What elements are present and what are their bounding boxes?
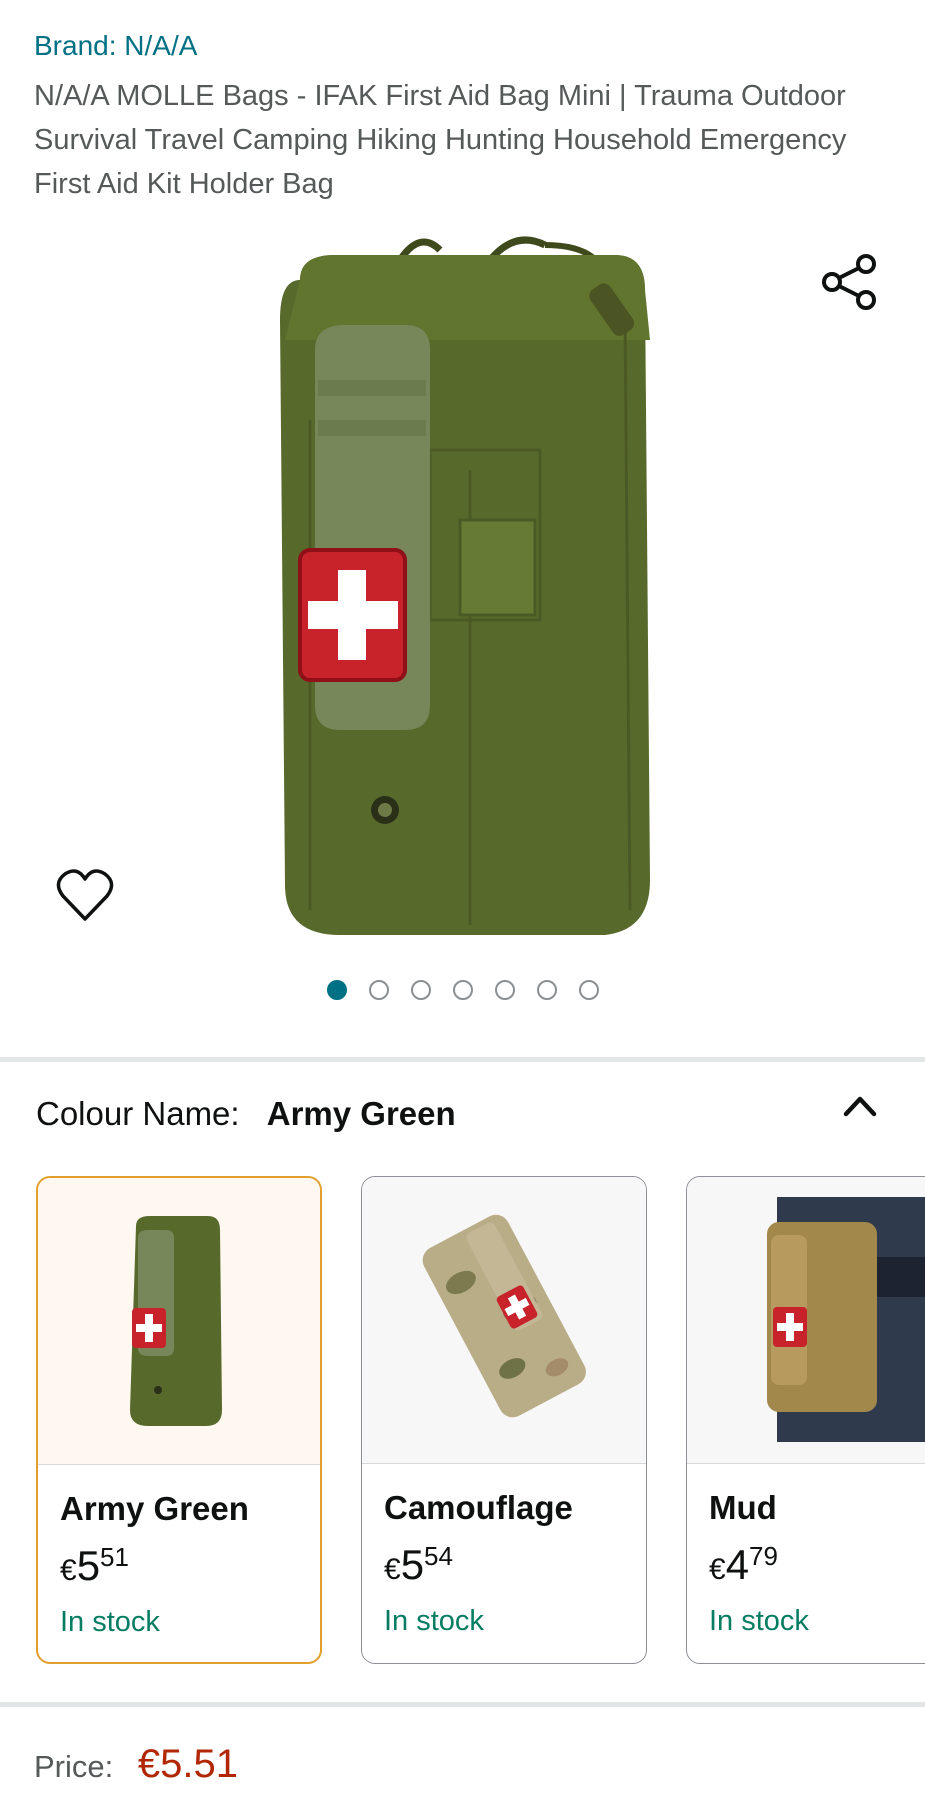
swatch-mud[interactable]: Mud €479 In stock xyxy=(686,1176,925,1664)
swatch-price: €551 xyxy=(60,1542,129,1589)
image-pagination xyxy=(0,980,925,1008)
pagination-dot[interactable] xyxy=(536,980,557,1000)
section-divider xyxy=(0,1702,925,1707)
share-icon[interactable] xyxy=(820,252,880,312)
swatch-name: Army Green xyxy=(60,1490,249,1527)
section-divider xyxy=(0,1057,925,1062)
product-image[interactable] xyxy=(0,220,925,950)
variation-selected-value: Army Green xyxy=(266,1095,456,1132)
swatch-image xyxy=(38,1178,320,1465)
pagination-dot[interactable] xyxy=(410,980,431,1000)
swatch-image xyxy=(362,1177,646,1464)
price-label: Price: xyxy=(34,1749,114,1784)
swatch-stock-status: In stock xyxy=(384,1605,484,1637)
pagination-dot[interactable] xyxy=(494,980,515,1000)
chevron-up-icon[interactable] xyxy=(840,1090,880,1120)
swatch-name: Mud xyxy=(709,1489,777,1526)
variation-header[interactable]: Colour Name: Army Green xyxy=(36,1095,456,1133)
variation-label: Colour Name: xyxy=(36,1095,240,1132)
product-title: N/A/A MOLLE Bags - IFAK First Aid Bag Mi… xyxy=(34,80,847,200)
pagination-dot[interactable] xyxy=(578,980,599,1000)
pagination-dot[interactable] xyxy=(452,980,473,1000)
swatch-camouflage[interactable]: Camouflage €554 In stock xyxy=(361,1176,647,1664)
swatch-image xyxy=(687,1177,925,1464)
swatch-army-green[interactable]: Army Green €551 In stock xyxy=(36,1176,322,1664)
pagination-dot[interactable] xyxy=(368,980,389,1000)
swatch-stock-status: In stock xyxy=(709,1605,809,1637)
swatch-stock-status: In stock xyxy=(60,1606,160,1638)
swatch-price: €479 xyxy=(709,1541,778,1588)
swatch-price: €554 xyxy=(384,1541,453,1588)
price-row: Price: €5.51 xyxy=(34,1742,238,1787)
pagination-dot[interactable] xyxy=(326,980,347,1000)
brand-link[interactable]: Brand: N/A/A xyxy=(34,30,197,62)
heart-icon[interactable] xyxy=(55,865,115,925)
price-amount: €5.51 xyxy=(137,1742,238,1786)
swatch-name: Camouflage xyxy=(384,1489,573,1526)
